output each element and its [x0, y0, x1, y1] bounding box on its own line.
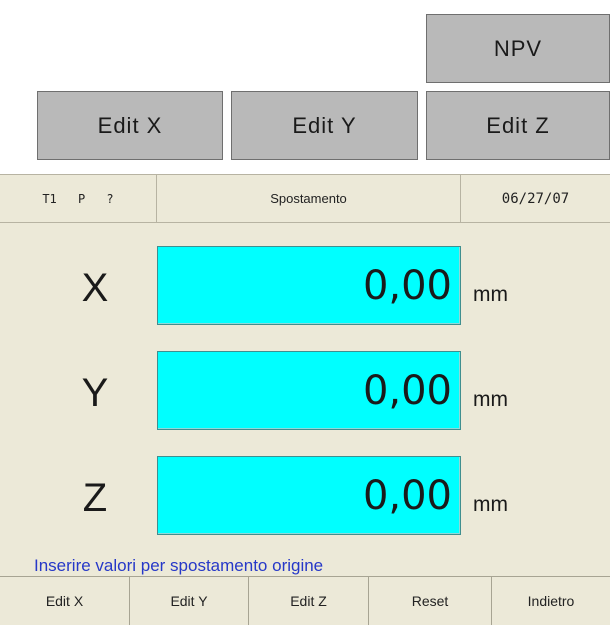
z-value-field[interactable]: 0,00: [157, 456, 461, 535]
status-message: Inserire valori per spostamento origine: [34, 556, 324, 575]
y-unit-label: mm: [473, 388, 508, 411]
date-display: 06/27/07: [501, 190, 570, 207]
npv-button[interactable]: NPV: [426, 14, 610, 83]
edit-x-softkey[interactable]: Edit X: [37, 91, 223, 160]
y-value-field[interactable]: 0,00: [157, 351, 461, 430]
edit-z-softkey[interactable]: Edit Z: [426, 91, 610, 160]
x-unit-label: mm: [473, 283, 508, 306]
tool-position-indicator: T1 P ?: [42, 191, 114, 206]
page-title: Spostamento: [270, 191, 347, 206]
bottom-button-bar: Edit X Edit Y Edit Z Reset Indietro: [0, 576, 610, 625]
edit-z-button[interactable]: Edit Z: [249, 577, 369, 625]
z-unit-label: mm: [473, 493, 508, 516]
edit-y-button[interactable]: Edit Y: [130, 577, 249, 625]
edit-x-button[interactable]: Edit X: [0, 577, 130, 625]
edit-y-softkey[interactable]: Edit Y: [231, 91, 418, 160]
axis-label-z: Z: [82, 476, 108, 520]
display-panel: T1 P ? Spostamento 06/27/07 X 0,00 mm Y …: [0, 174, 610, 625]
header-bar: T1 P ? Spostamento 06/27/07: [0, 175, 610, 223]
x-value-field[interactable]: 0,00: [157, 246, 461, 325]
axis-label-y: Y: [81, 371, 109, 415]
back-button[interactable]: Indietro: [492, 577, 610, 625]
reset-button[interactable]: Reset: [369, 577, 492, 625]
axis-label-x: X: [81, 266, 109, 310]
